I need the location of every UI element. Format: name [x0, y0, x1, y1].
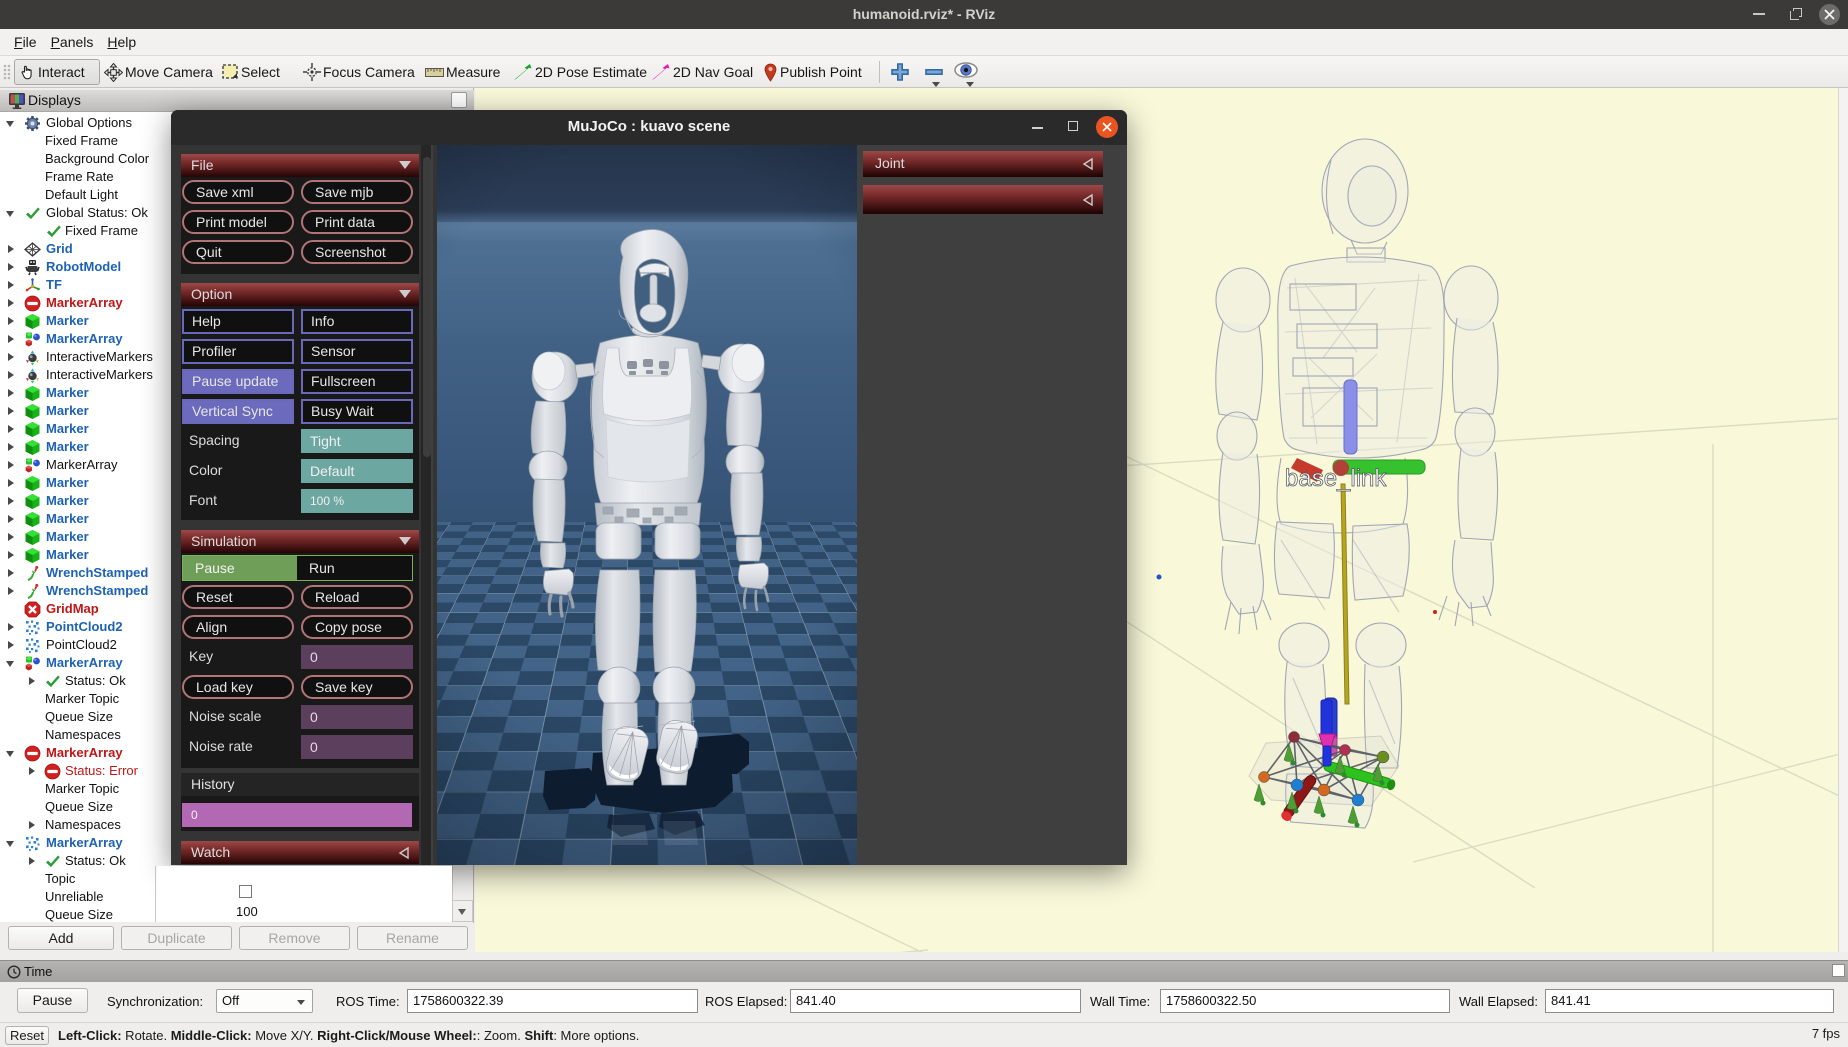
svg-text:base_link: base_link — [1285, 465, 1387, 492]
